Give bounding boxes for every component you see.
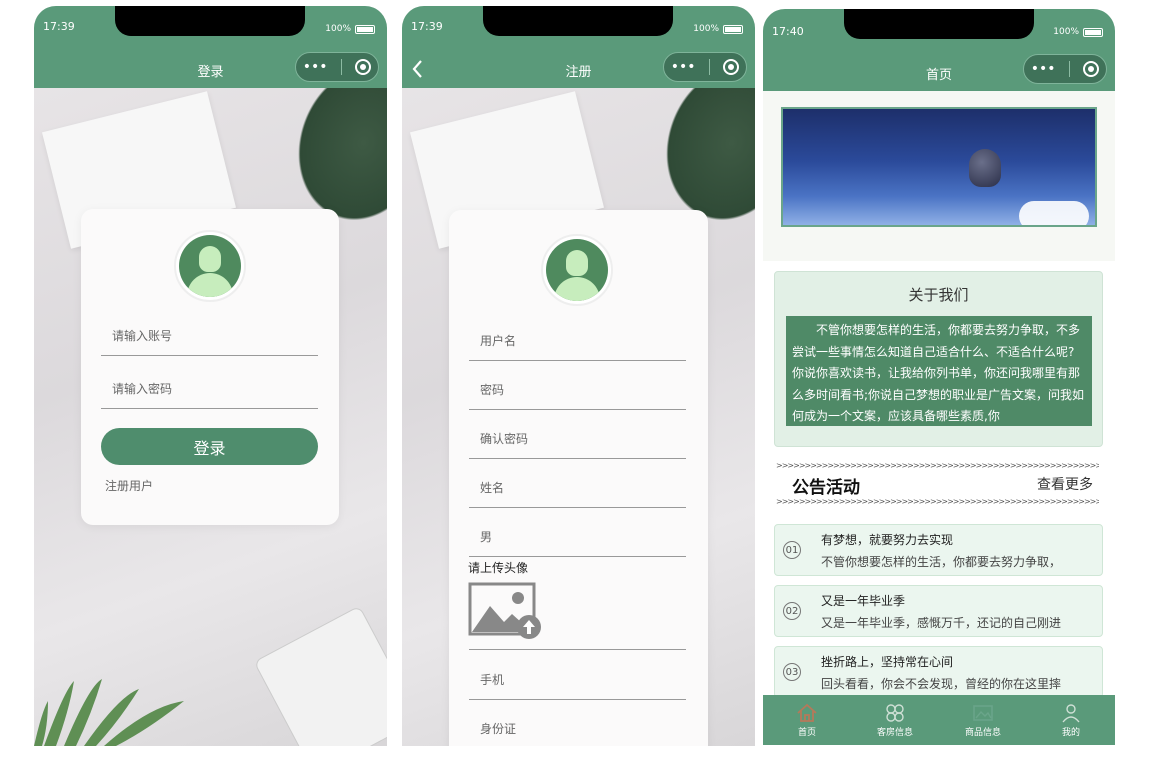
arrow-divider: >>>>>>>>>>>>>>>>>>>>>>>>>>>>>>>>>>>>>>>>… [776, 461, 1099, 470]
battery-icon [355, 24, 375, 34]
battery-indicator: 100% [1053, 27, 1103, 37]
tab-label: 我的 [1061, 727, 1080, 738]
mini-program-capsule[interactable]: ••• [663, 52, 747, 82]
tab-label: 商品信息 [964, 727, 1001, 738]
fern-decoration [34, 679, 184, 746]
nav-bar: 17:39 100% 登录 ••• [34, 6, 387, 88]
keyboard-decoration [253, 605, 387, 746]
notice-item-title: 又是一年毕业季 [821, 594, 906, 608]
mini-program-capsule[interactable]: ••• [295, 52, 379, 82]
divider [469, 610, 686, 650]
nav-bar: 17:39 100% 注册 ••• [402, 6, 755, 88]
more-icon[interactable]: ••• [1031, 61, 1056, 77]
notice-item-desc: 不管你想要怎样的生活，你都要去努力争取， [821, 555, 1062, 569]
battery-indicator: 100% [693, 24, 743, 34]
more-icon[interactable]: ••• [671, 59, 696, 75]
tab-mine[interactable]: 我的 [1027, 695, 1115, 745]
about-us-section: 关于我们 不管你想要怎样的生活，你都要去努力争取，不多尝试一些事情怎么知道自己适… [774, 271, 1103, 447]
gender-picker[interactable]: 男 [469, 517, 686, 557]
notice-number: 01 [783, 541, 801, 559]
register-screen: 17:39 100% 注册 ••• 用户名 密码 确认密码 姓名 男 请上传头像 [402, 6, 755, 746]
clover-icon [886, 703, 904, 722]
register-card: 用户名 密码 确认密码 姓名 男 请上传头像 手机 身份证 [449, 210, 708, 746]
hot-air-balloon [969, 149, 1001, 187]
notice-title: 公告活动 [792, 478, 860, 498]
tab-bar: 首页 客房信息 商品信息 我的 [763, 695, 1115, 745]
tab-products[interactable]: 商品信息 [939, 695, 1027, 745]
mini-program-capsule[interactable]: ••• [1023, 54, 1107, 84]
tab-label: 客房信息 [876, 727, 913, 738]
close-target-icon[interactable] [723, 59, 740, 75]
tab-label: 首页 [797, 727, 816, 738]
avatar [541, 234, 613, 306]
notice-number: 03 [783, 663, 801, 681]
notice-item[interactable]: 01 有梦想，就要努力去实现 不管你想要怎样的生活，你都要去努力争取， [774, 524, 1103, 576]
notice-header: >>>>>>>>>>>>>>>>>>>>>>>>>>>>>>>>>>>>>>>>… [776, 461, 1099, 507]
name-input[interactable]: 姓名 [469, 468, 686, 508]
login-screen: 17:39 100% 登录 ••• 请输入账号 请输入密码 登录 注册用户 [34, 6, 387, 746]
notice-item-desc: 又是一年毕业季，感慨万千，还记的自己刚进 [821, 616, 1062, 630]
view-more-link[interactable]: 查看更多 [1037, 474, 1093, 494]
status-time: 17:39 [43, 20, 75, 33]
login-card: 请输入账号 请输入密码 登录 注册用户 [81, 209, 339, 525]
status-time: 17:39 [411, 20, 443, 33]
user-icon [1062, 703, 1080, 722]
notch [115, 6, 305, 36]
close-target-icon[interactable] [355, 59, 372, 75]
image-icon [973, 704, 993, 721]
banner-image[interactable] [781, 107, 1097, 227]
notch [844, 9, 1034, 39]
phone-input[interactable]: 手机 [469, 660, 686, 700]
register-link[interactable]: 注册用户 [105, 477, 153, 494]
notch [483, 6, 673, 36]
notice-item-desc: 回头看看，你会不会发现，曾经的你在这里摔 [821, 677, 1062, 691]
tab-rooms[interactable]: 客房信息 [851, 695, 939, 745]
battery-indicator: 100% [325, 24, 375, 34]
battery-icon [723, 24, 743, 34]
confirm-password-input[interactable]: 确认密码 [469, 419, 686, 459]
banner-section [763, 91, 1115, 261]
arrow-divider: >>>>>>>>>>>>>>>>>>>>>>>>>>>>>>>>>>>>>>>>… [776, 497, 1099, 506]
notice-item[interactable]: 02 又是一年毕业季 又是一年毕业季，感慨万千，还记的自己刚进 [774, 585, 1103, 637]
id-card-input[interactable]: 身份证 [469, 709, 686, 746]
avatar [174, 230, 246, 302]
password-input[interactable]: 请输入密码 [101, 369, 318, 409]
notice-item-title: 有梦想，就要努力去实现 [821, 533, 954, 547]
home-icon [797, 703, 817, 722]
notice-item[interactable]: 03 挫折路上，坚持常在心间 回头看看，你会不会发现，曾经的你在这里摔 [774, 646, 1103, 698]
about-title: 关于我们 [908, 286, 969, 304]
battery-icon [1083, 27, 1103, 37]
home-screen: 17:40 100% 首页 ••• 关于我们 不管你想要怎样的生活，你都要去努力… [763, 9, 1115, 745]
nav-bar: 17:40 100% 首页 ••• [763, 9, 1115, 91]
login-button[interactable]: 登录 [101, 428, 318, 465]
more-icon[interactable]: ••• [303, 59, 328, 75]
username-input[interactable]: 用户名 [469, 321, 686, 361]
upload-avatar-label: 请上传头像 [468, 561, 529, 575]
tab-home[interactable]: 首页 [763, 695, 851, 745]
notice-item-title: 挫折路上，坚持常在心间 [821, 655, 954, 669]
status-time: 17:40 [772, 25, 804, 38]
account-input[interactable]: 请输入账号 [101, 316, 318, 356]
about-text: 不管你想要怎样的生活，你都要去努力争取，不多尝试一些事情怎么知道自己适合什么、不… [786, 316, 1092, 426]
password-input[interactable]: 密码 [469, 370, 686, 410]
close-target-icon[interactable] [1083, 61, 1100, 77]
notice-number: 02 [783, 602, 801, 620]
